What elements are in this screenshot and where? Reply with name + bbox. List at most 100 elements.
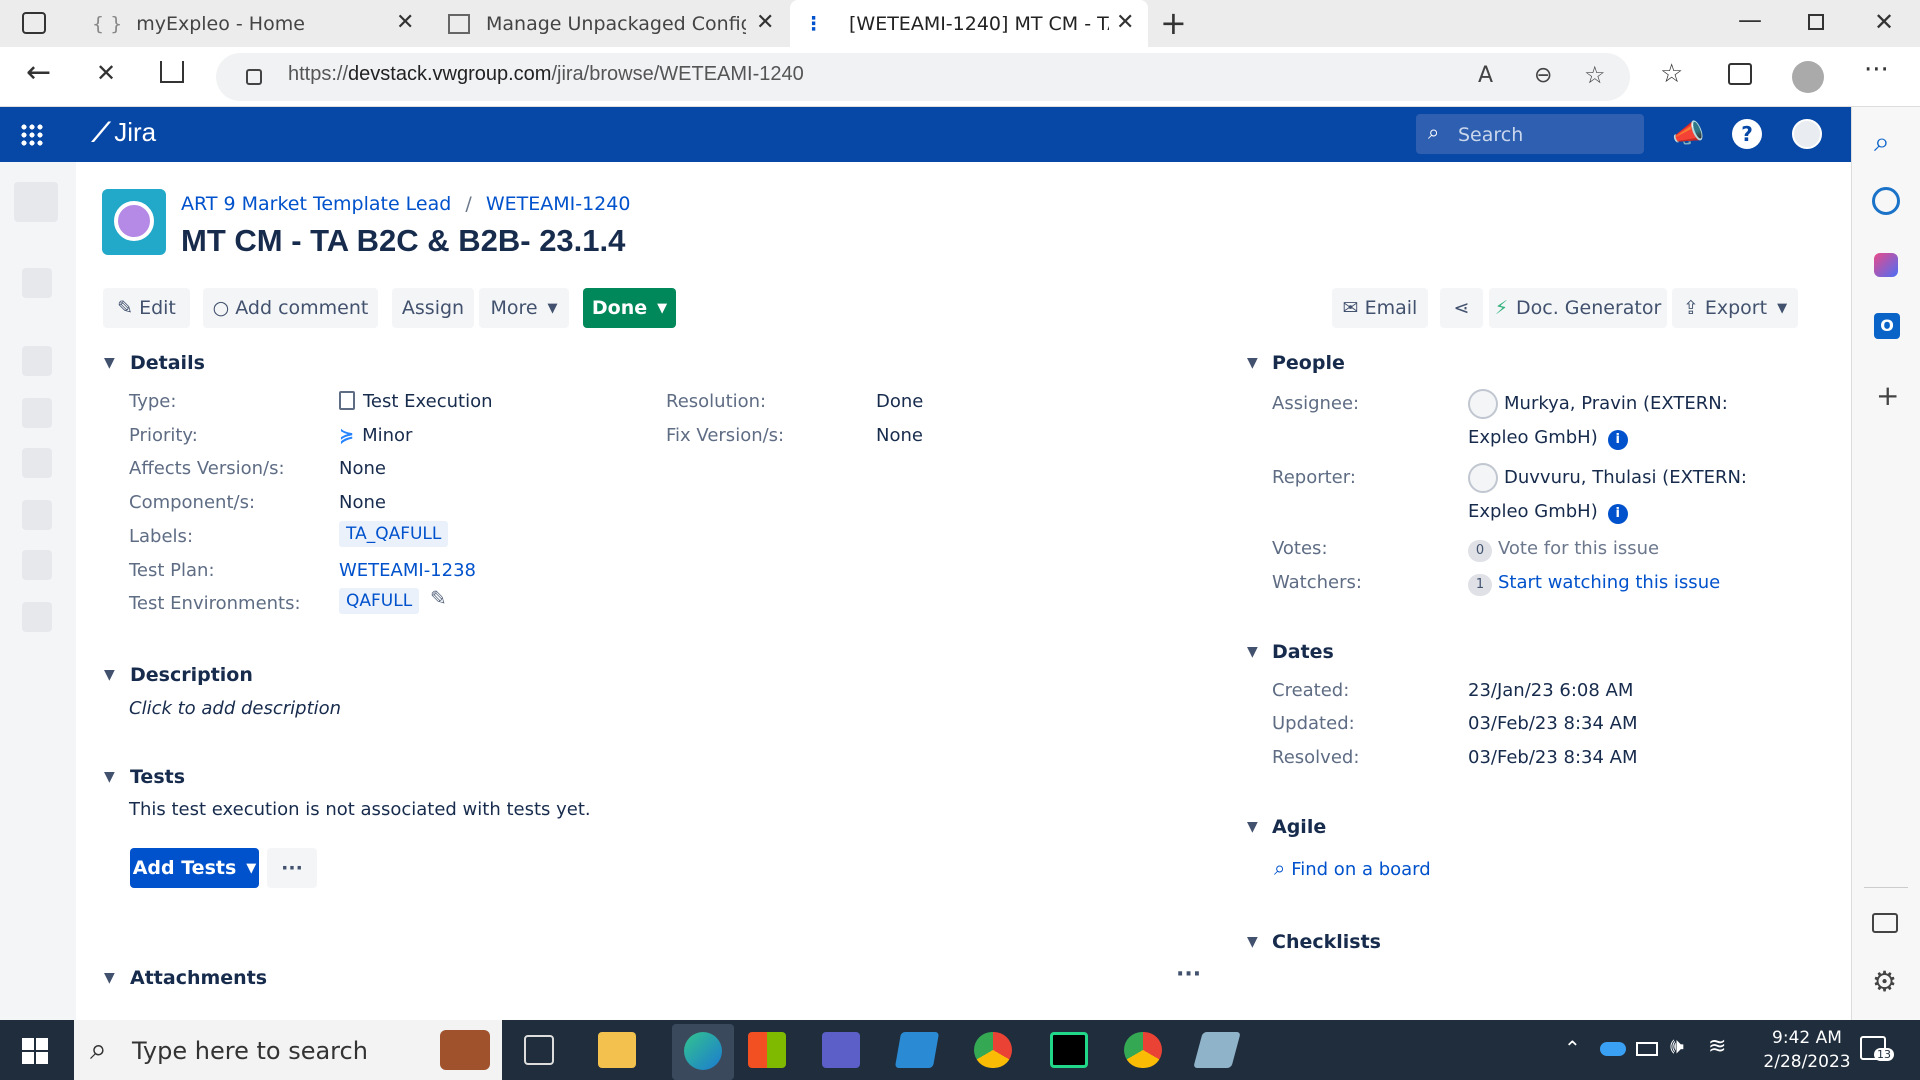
sidebar-item[interactable]	[14, 182, 58, 222]
volume-icon[interactable]: 🕪	[1670, 1034, 1684, 1059]
app-icon[interactable]	[1193, 1032, 1241, 1068]
chevron-down-icon[interactable]: ▼	[104, 667, 115, 683]
clock[interactable]: 9:42 AM 2/28/2023	[1752, 1026, 1862, 1074]
sidebar-item[interactable]	[22, 500, 52, 530]
sidebar-item[interactable]	[22, 550, 52, 580]
chevron-down-icon[interactable]: ▼	[104, 355, 115, 371]
tab-actions-icon[interactable]	[22, 12, 46, 34]
label-tag[interactable]: TA_QAFULL	[339, 521, 449, 547]
tests-heading[interactable]: Tests	[130, 766, 185, 788]
doc-generator-button[interactable]: ⚡ Doc. Generator	[1489, 288, 1667, 328]
sidebar-item[interactable]	[22, 448, 52, 478]
chevron-down-icon[interactable]: ▼	[1247, 819, 1258, 835]
task-view-icon[interactable]	[524, 1035, 554, 1065]
email-button[interactable]: ✉ Email	[1332, 288, 1428, 328]
more-button[interactable]: More ▼	[479, 288, 569, 328]
breadcrumb-issue-key[interactable]: WETEAMI-1240	[486, 193, 631, 215]
app-switcher-icon[interactable]	[20, 123, 44, 147]
announcements-icon[interactable]: 📣	[1672, 119, 1704, 149]
chevron-down-icon[interactable]: ▼	[1247, 644, 1258, 660]
reporter-value[interactable]: Duvvuru, Thulasi (EXTERN: Expleo GmbH) i	[1468, 461, 1747, 529]
jira-search-input[interactable]: ⌕ Search	[1416, 114, 1644, 154]
edge-icon[interactable]	[672, 1024, 734, 1080]
close-tab-icon[interactable]: ✕	[1116, 10, 1134, 35]
profile-avatar[interactable]	[1792, 61, 1824, 93]
add-tests-button[interactable]: Add Tests ▼	[130, 848, 259, 888]
test-plan-link[interactable]: WETEAMI-1238	[339, 560, 476, 581]
status-done-button[interactable]: Done ▼	[583, 288, 676, 328]
help-icon[interactable]: ?	[1732, 119, 1762, 149]
read-aloud-icon[interactable]: A	[1478, 63, 1493, 88]
tests-more-button[interactable]: ···	[267, 848, 317, 888]
chrome-icon[interactable]	[974, 1032, 1012, 1068]
sidebar-item[interactable]	[22, 268, 52, 298]
sidebar-item[interactable]	[22, 602, 52, 632]
new-tab-icon[interactable]: +	[1160, 4, 1187, 42]
file-explorer-icon[interactable]	[598, 1032, 636, 1068]
gear-icon[interactable]: ⚙	[1872, 965, 1897, 998]
people-heading[interactable]: People	[1272, 352, 1345, 374]
favorite-add-icon[interactable]: ☆	[1584, 61, 1606, 89]
bing-icon[interactable]	[1872, 187, 1900, 215]
browser-menu-icon[interactable]: ···	[1864, 55, 1889, 85]
share-button[interactable]: ⋖	[1440, 288, 1483, 328]
export-button[interactable]: ⇪ Export ▼	[1672, 288, 1798, 328]
browser-tab-jira[interactable]: ⋮ [WETEAMI-1240] MT CM - TA B2 ✕	[790, 0, 1148, 47]
close-tab-icon[interactable]: ✕	[756, 10, 774, 35]
edit-button[interactable]: ✎ Edit	[103, 288, 190, 328]
window-close-icon[interactable]: ✕	[1874, 8, 1894, 36]
stop-loading-icon[interactable]: ✕	[96, 59, 116, 87]
notifications-icon[interactable]: 13	[1860, 1036, 1894, 1061]
store-icon[interactable]	[748, 1032, 786, 1068]
battery-icon[interactable]	[1636, 1042, 1658, 1056]
sidebar-item[interactable]	[22, 346, 52, 376]
vscode-icon[interactable]	[894, 1032, 940, 1068]
wifi-icon[interactable]: ≋	[1708, 1034, 1726, 1059]
description-placeholder[interactable]: Click to add description	[129, 698, 341, 719]
project-avatar[interactable]	[102, 189, 166, 255]
favorites-icon[interactable]: ☆	[1660, 59, 1683, 89]
teams-icon[interactable]	[822, 1032, 860, 1068]
add-icon[interactable]: +	[1876, 379, 1899, 412]
split-screen-icon[interactable]	[1872, 913, 1898, 933]
outlook-icon[interactable]: O	[1874, 313, 1900, 339]
agile-heading[interactable]: Agile	[1272, 816, 1326, 838]
home-icon[interactable]	[160, 61, 184, 83]
search-icon[interactable]: ⌕	[1874, 125, 1890, 159]
description-heading[interactable]: Description	[130, 664, 253, 686]
assignee-value[interactable]: Murkya, Pravin (EXTERN: Expleo GmbH) i	[1468, 387, 1728, 455]
chevron-down-icon[interactable]: ▼	[1247, 934, 1258, 950]
close-tab-icon[interactable]: ✕	[396, 10, 414, 35]
sidebar-item[interactable]	[22, 398, 52, 428]
checklists-heading[interactable]: Checklists	[1272, 931, 1381, 953]
chevron-down-icon[interactable]: ▼	[104, 769, 115, 785]
restore-icon[interactable]	[1808, 14, 1824, 30]
taskbar-search-input[interactable]: ⌕ Type here to search	[74, 1020, 502, 1080]
pycharm-icon[interactable]	[1050, 1032, 1088, 1068]
details-heading[interactable]: Details	[130, 352, 205, 374]
test-environment-tag[interactable]: QAFULL	[339, 588, 420, 614]
assign-button[interactable]: Assign	[392, 288, 474, 328]
pencil-icon[interactable]: ✎	[430, 586, 447, 610]
zoom-icon[interactable]: ⊖	[1534, 63, 1552, 88]
back-icon[interactable]: ←	[26, 55, 51, 90]
browser-tab-manage[interactable]: Manage Unpackaged Configurat ✕	[434, 0, 784, 47]
breadcrumb-project[interactable]: ART 9 Market Template Lead	[181, 193, 451, 215]
chevron-down-icon[interactable]: ▼	[104, 970, 115, 986]
add-comment-button[interactable]: ○ Add comment	[203, 288, 378, 328]
chevron-up-icon[interactable]: ⌃	[1564, 1036, 1581, 1060]
info-icon[interactable]: i	[1607, 430, 1628, 450]
onedrive-icon[interactable]	[1600, 1042, 1626, 1056]
attachments-more-icon[interactable]: ···	[1176, 962, 1201, 987]
watch-link[interactable]: Start watching this issue	[1498, 572, 1720, 593]
dates-heading[interactable]: Dates	[1272, 641, 1334, 663]
minimize-icon[interactable]: —	[1738, 6, 1762, 34]
jira-logo[interactable]: ⟋ Jira	[92, 117, 156, 149]
find-on-board-link[interactable]: ⌕ Find on a board	[1274, 856, 1431, 880]
windows-start-icon[interactable]	[22, 1038, 48, 1064]
office-icon[interactable]	[1874, 253, 1898, 277]
collections-icon[interactable]	[1728, 63, 1752, 85]
info-icon[interactable]: i	[1607, 504, 1628, 524]
chrome-icon[interactable]	[1124, 1032, 1162, 1068]
browser-tab-myexpleo[interactable]: { } myExpleo - Home ✕	[74, 0, 424, 47]
